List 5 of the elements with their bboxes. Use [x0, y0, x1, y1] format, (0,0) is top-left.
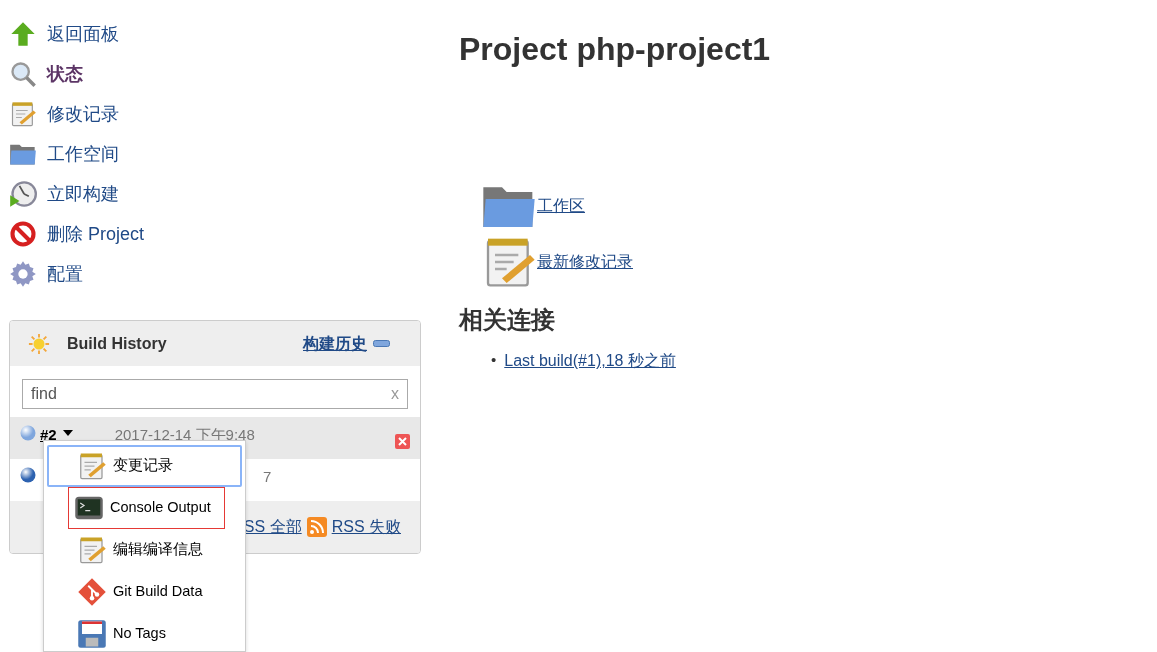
panel-title: Build History: [67, 333, 167, 354]
bullet: •: [491, 350, 497, 371]
section-heading: 相关连接: [459, 306, 556, 336]
build-time: 7: [263, 467, 272, 487]
page-title: Project php-project1: [459, 30, 771, 69]
